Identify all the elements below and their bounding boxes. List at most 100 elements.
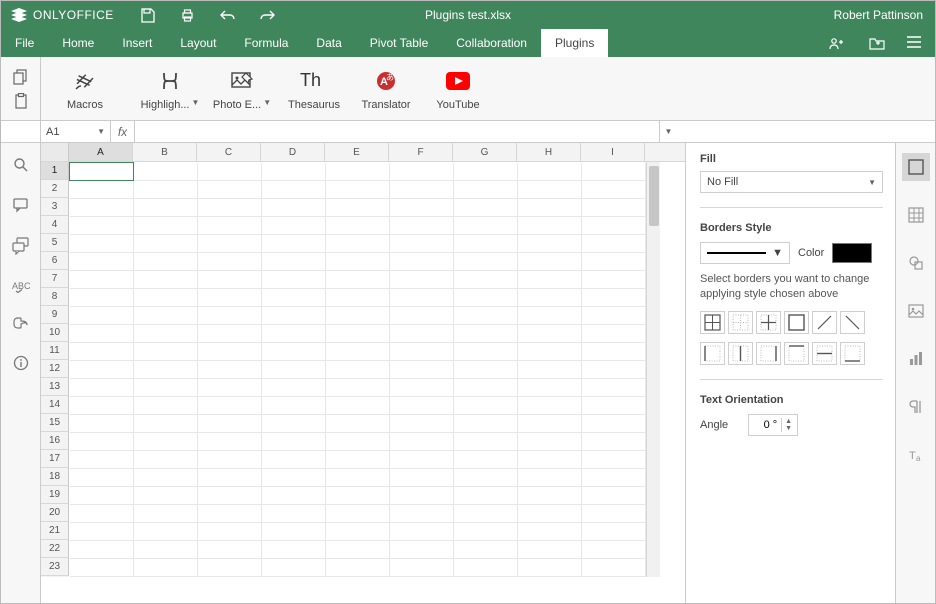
- row-header[interactable]: 7: [41, 270, 69, 288]
- cell[interactable]: [198, 505, 262, 523]
- cell[interactable]: [262, 253, 326, 271]
- cell[interactable]: [454, 487, 518, 505]
- cell[interactable]: [582, 397, 646, 415]
- cell[interactable]: [390, 451, 454, 469]
- cell[interactable]: [454, 361, 518, 379]
- textart-settings-tab[interactable]: Ta: [902, 441, 930, 469]
- chat-icon[interactable]: [12, 237, 30, 255]
- cell[interactable]: [70, 181, 134, 199]
- cell[interactable]: [518, 307, 582, 325]
- row-header[interactable]: 22: [41, 540, 69, 558]
- border-preset-button[interactable]: [700, 342, 725, 365]
- angle-up-icon[interactable]: ▲: [785, 418, 792, 425]
- cell[interactable]: [70, 307, 134, 325]
- cell[interactable]: [198, 289, 262, 307]
- select-all-corner[interactable]: [41, 143, 69, 161]
- plugin-macros[interactable]: Macros: [49, 67, 121, 111]
- cell[interactable]: [198, 271, 262, 289]
- cell[interactable]: [582, 253, 646, 271]
- share-icon[interactable]: [829, 36, 847, 50]
- cell[interactable]: [134, 307, 198, 325]
- cell[interactable]: [134, 181, 198, 199]
- column-header[interactable]: G: [453, 143, 517, 161]
- cell[interactable]: [70, 343, 134, 361]
- cell[interactable]: [390, 379, 454, 397]
- redo-icon[interactable]: [260, 7, 276, 23]
- cell[interactable]: [198, 487, 262, 505]
- border-line-style-select[interactable]: ▼: [700, 242, 790, 264]
- cell[interactable]: [262, 523, 326, 541]
- cell[interactable]: [198, 181, 262, 199]
- cell[interactable]: [70, 361, 134, 379]
- cell[interactable]: [326, 325, 390, 343]
- cell[interactable]: [134, 361, 198, 379]
- scrollbar-thumb[interactable]: [649, 166, 659, 226]
- border-preset-button[interactable]: [840, 342, 865, 365]
- cell[interactable]: [262, 343, 326, 361]
- border-preset-button[interactable]: [784, 342, 809, 365]
- cell[interactable]: [262, 559, 326, 577]
- cell[interactable]: [262, 181, 326, 199]
- cell[interactable]: [454, 415, 518, 433]
- cell[interactable]: [390, 307, 454, 325]
- cell[interactable]: [326, 163, 390, 181]
- cell[interactable]: [134, 253, 198, 271]
- cell[interactable]: [326, 289, 390, 307]
- row-header[interactable]: 11: [41, 342, 69, 360]
- cell[interactable]: [390, 253, 454, 271]
- cell[interactable]: [262, 541, 326, 559]
- cell[interactable]: [454, 505, 518, 523]
- tab-layout[interactable]: Layout: [166, 29, 230, 57]
- row-header[interactable]: 9: [41, 306, 69, 324]
- cell[interactable]: [582, 181, 646, 199]
- cell[interactable]: [70, 325, 134, 343]
- cell[interactable]: [582, 415, 646, 433]
- cell[interactable]: [262, 163, 326, 181]
- cell[interactable]: [518, 379, 582, 397]
- cell[interactable]: [134, 343, 198, 361]
- cell[interactable]: [70, 505, 134, 523]
- cell[interactable]: [262, 199, 326, 217]
- cell[interactable]: [390, 361, 454, 379]
- expand-formula-icon[interactable]: ▼: [659, 121, 677, 142]
- cell[interactable]: [198, 451, 262, 469]
- cell[interactable]: [390, 289, 454, 307]
- spreadsheet-grid[interactable]: ABCDEFGHI 123456789101112131415161718192…: [41, 143, 685, 603]
- undo-icon[interactable]: [220, 7, 236, 23]
- cell-reference-box[interactable]: A1 ▼: [41, 121, 111, 142]
- row-header[interactable]: 5: [41, 234, 69, 252]
- cell[interactable]: [518, 361, 582, 379]
- cell[interactable]: [326, 397, 390, 415]
- column-header[interactable]: E: [325, 143, 389, 161]
- plugin-highligh[interactable]: Highligh...▼: [134, 67, 206, 111]
- cell[interactable]: [198, 307, 262, 325]
- info-icon[interactable]: [13, 355, 29, 371]
- cell[interactable]: [70, 253, 134, 271]
- column-header[interactable]: A: [69, 143, 133, 161]
- cell[interactable]: [582, 217, 646, 235]
- cell[interactable]: [134, 397, 198, 415]
- cell[interactable]: [326, 541, 390, 559]
- cell[interactable]: [390, 235, 454, 253]
- tab-formula[interactable]: Formula: [230, 29, 302, 57]
- cell[interactable]: [70, 469, 134, 487]
- cell[interactable]: [326, 487, 390, 505]
- cell[interactable]: [582, 199, 646, 217]
- cell[interactable]: [262, 397, 326, 415]
- cell[interactable]: [262, 271, 326, 289]
- cell[interactable]: [518, 451, 582, 469]
- cell[interactable]: [390, 559, 454, 577]
- shape-settings-tab[interactable]: [902, 249, 930, 277]
- row-header[interactable]: 3: [41, 198, 69, 216]
- cell[interactable]: [326, 433, 390, 451]
- border-preset-button[interactable]: [840, 311, 865, 334]
- row-header[interactable]: 10: [41, 324, 69, 342]
- cell[interactable]: [454, 451, 518, 469]
- cell[interactable]: [582, 163, 646, 181]
- cell[interactable]: [70, 415, 134, 433]
- cell[interactable]: [198, 253, 262, 271]
- cell[interactable]: [70, 235, 134, 253]
- cell[interactable]: [582, 559, 646, 577]
- cell[interactable]: [134, 505, 198, 523]
- cell[interactable]: [518, 217, 582, 235]
